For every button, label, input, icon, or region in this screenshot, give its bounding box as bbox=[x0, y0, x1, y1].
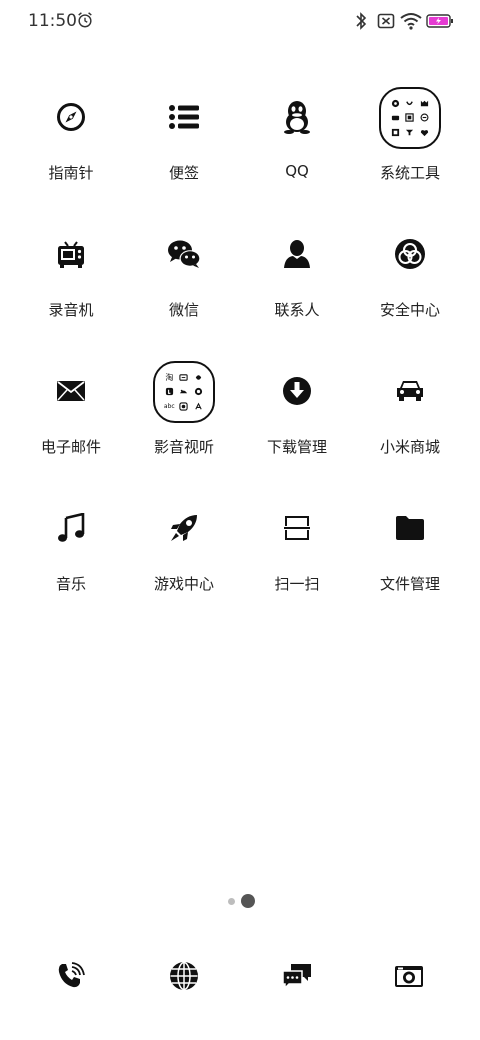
app-qq[interactable]: QQ bbox=[237, 90, 357, 210]
battery-icon bbox=[426, 14, 453, 28]
page-dot-1[interactable] bbox=[228, 898, 235, 905]
page-indicator[interactable] bbox=[226, 894, 266, 910]
app-contacts[interactable]: 联系人 bbox=[237, 227, 357, 347]
app-file-manager[interactable]: 文件管理 bbox=[350, 501, 470, 621]
app-label: 游戏中心 bbox=[153, 575, 214, 593]
app-game-center[interactable]: 游戏中心 bbox=[124, 501, 244, 621]
dock-camera[interactable] bbox=[389, 956, 429, 996]
app-label: 系统工具 bbox=[379, 164, 440, 182]
music-note-icon bbox=[44, 501, 98, 555]
app-recorder[interactable]: 录音机 bbox=[11, 227, 131, 347]
app-label: 指南针 bbox=[48, 164, 94, 182]
folder-media[interactable]: 淘 abc 影音视听 bbox=[124, 358, 244, 478]
mini-app-icon bbox=[163, 386, 176, 399]
mini-app-icon bbox=[389, 112, 402, 125]
scan-icon bbox=[270, 501, 324, 555]
app-label: 便签 bbox=[168, 164, 199, 182]
app-label: 扫一扫 bbox=[274, 575, 320, 593]
recorder-icon bbox=[44, 227, 98, 281]
folder-system-tools[interactable]: 系统工具 bbox=[350, 84, 470, 204]
app-label: 小米商城 bbox=[379, 438, 440, 456]
car-shop-icon bbox=[383, 364, 437, 418]
app-wechat[interactable]: 微信 bbox=[124, 227, 244, 347]
app-security[interactable]: 安全中心 bbox=[350, 227, 470, 347]
mini-app-icon bbox=[404, 126, 417, 139]
phone-icon bbox=[58, 962, 85, 988]
browser-globe-icon bbox=[170, 961, 198, 991]
mini-app-icon bbox=[178, 400, 191, 413]
app-label: 联系人 bbox=[274, 301, 320, 319]
status-bar: 11:50 bbox=[0, 0, 480, 44]
mini-app-text: abc bbox=[163, 403, 175, 411]
messages-icon bbox=[282, 964, 311, 990]
status-time: 11:50 bbox=[28, 11, 77, 31]
folder-icon bbox=[376, 84, 444, 152]
bluetooth-icon bbox=[356, 12, 367, 30]
download-icon bbox=[270, 364, 324, 418]
app-label: 下载管理 bbox=[266, 438, 327, 456]
compass-icon bbox=[44, 90, 98, 144]
app-notes[interactable]: 便签 bbox=[124, 90, 244, 210]
security-icon bbox=[383, 227, 437, 281]
mini-app-icon bbox=[389, 126, 402, 139]
camera-icon bbox=[395, 966, 423, 987]
mini-app-icon bbox=[192, 400, 205, 413]
alarm-icon bbox=[78, 12, 92, 28]
app-compass[interactable]: 指南针 bbox=[11, 90, 131, 210]
mini-app-icon bbox=[418, 97, 431, 110]
app-label: 录音机 bbox=[48, 301, 94, 319]
folder-file-icon bbox=[383, 501, 437, 555]
mini-app-icon bbox=[389, 97, 402, 110]
home-screen: 11:50 指南针 便签 QQ 系统工具 录音机 微信 联系人 安全中心 电子邮… bbox=[0, 0, 480, 1040]
mini-app-icon bbox=[418, 112, 431, 125]
mini-app-icon bbox=[178, 371, 191, 384]
mini-app-icon bbox=[178, 386, 191, 399]
mail-icon bbox=[44, 364, 98, 418]
folder-icon: 淘 abc bbox=[150, 358, 218, 426]
dock-phone[interactable] bbox=[51, 956, 91, 996]
app-label: 电子邮件 bbox=[40, 438, 101, 456]
notes-list-icon bbox=[157, 90, 211, 144]
page-dot-2-active[interactable] bbox=[241, 894, 255, 908]
wechat-icon bbox=[157, 227, 211, 281]
app-label: QQ bbox=[285, 162, 309, 180]
app-label: 文件管理 bbox=[379, 575, 440, 593]
app-mi-store[interactable]: 小米商城 bbox=[350, 364, 470, 484]
app-music[interactable]: 音乐 bbox=[11, 501, 131, 621]
app-label: 安全中心 bbox=[379, 301, 440, 319]
qq-penguin-icon bbox=[270, 90, 324, 144]
wifi-icon bbox=[400, 13, 422, 30]
app-scanner[interactable]: 扫一扫 bbox=[237, 501, 357, 621]
mini-app-icon bbox=[418, 126, 431, 139]
mini-app-icon bbox=[404, 97, 417, 110]
dock-messages[interactable] bbox=[277, 956, 317, 996]
dock-browser[interactable] bbox=[164, 956, 204, 996]
mini-app-icon bbox=[192, 386, 205, 399]
rocket-icon bbox=[157, 501, 211, 555]
mini-taobao-icon: 淘 bbox=[165, 372, 174, 382]
person-icon bbox=[270, 227, 324, 281]
app-downloads[interactable]: 下载管理 bbox=[237, 364, 357, 484]
app-label: 音乐 bbox=[55, 575, 86, 593]
mini-app-icon bbox=[192, 371, 205, 384]
app-label: 微信 bbox=[168, 301, 199, 319]
no-sim-icon bbox=[377, 13, 395, 29]
app-email[interactable]: 电子邮件 bbox=[11, 364, 131, 484]
mini-app-icon bbox=[404, 112, 417, 125]
app-label: 影音视听 bbox=[153, 438, 214, 456]
